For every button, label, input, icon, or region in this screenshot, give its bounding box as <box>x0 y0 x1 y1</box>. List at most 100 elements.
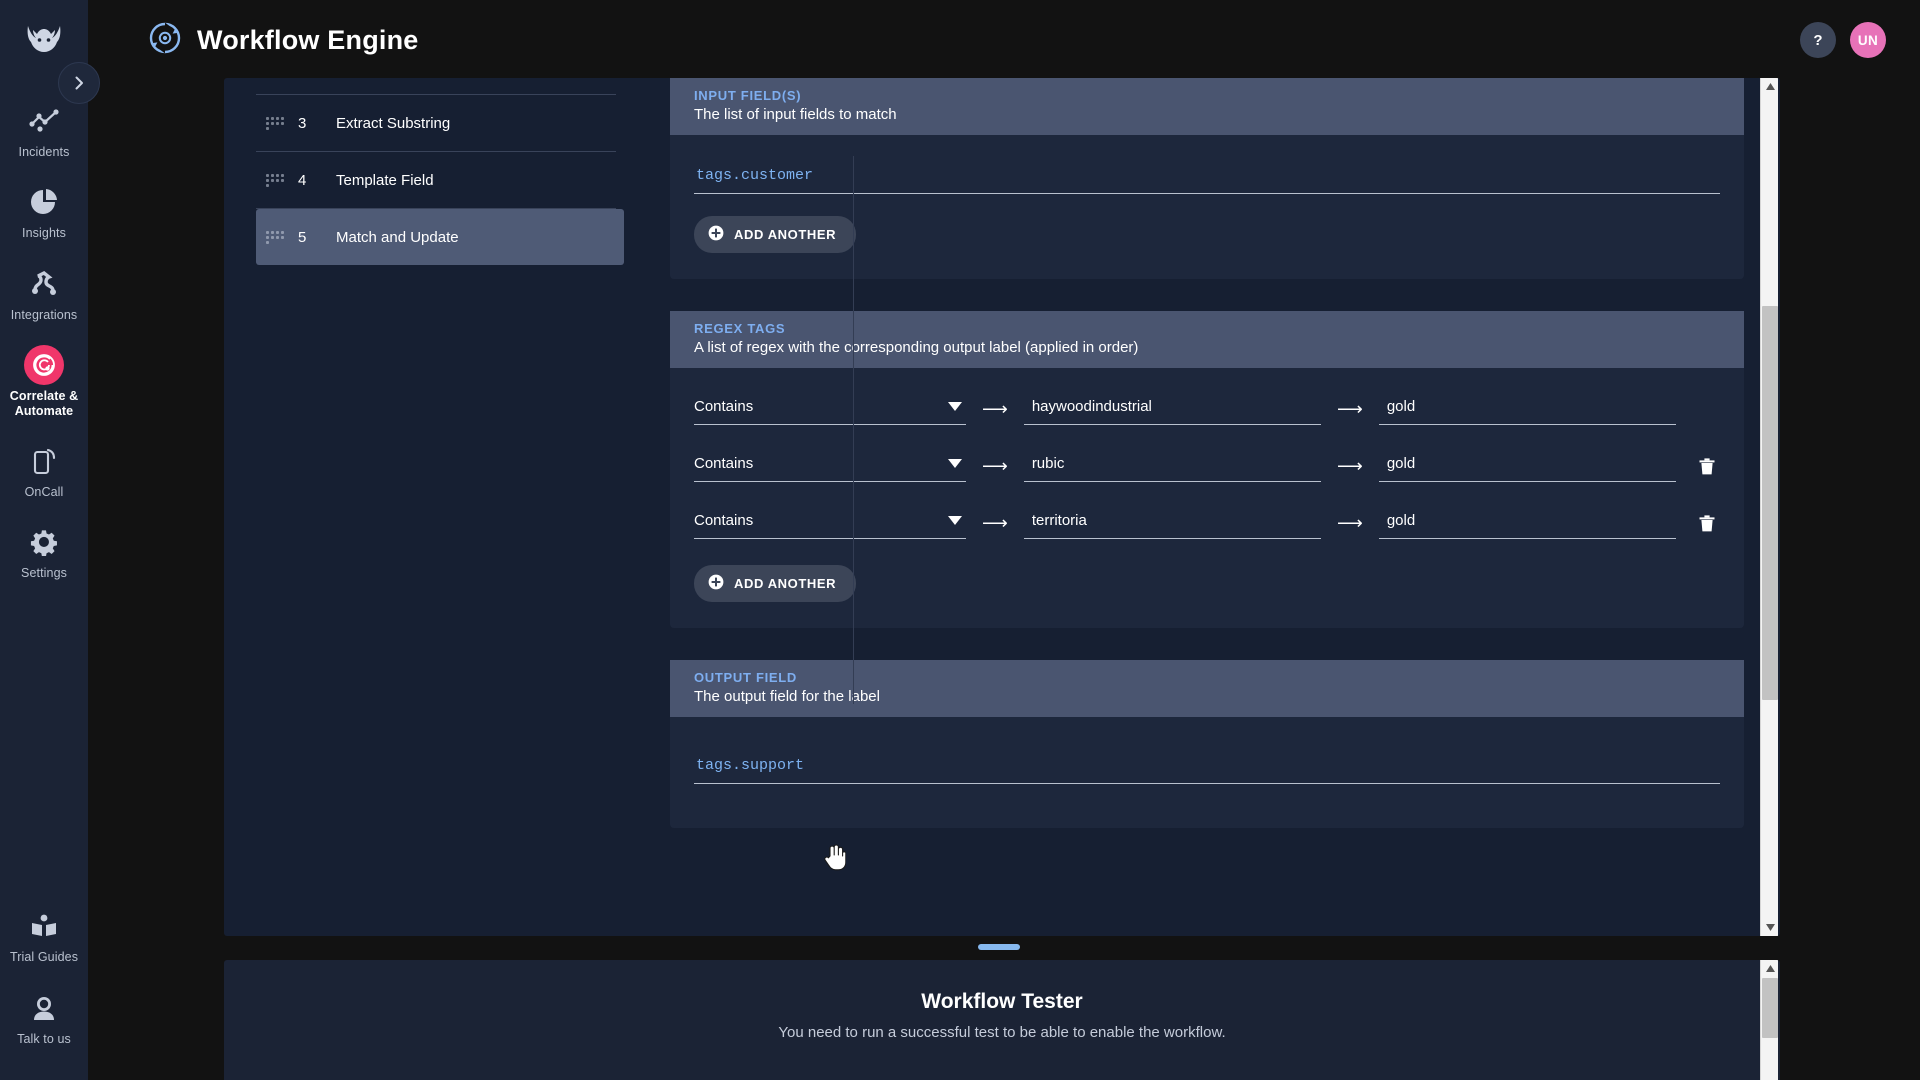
sidebar-item-label: Incidents <box>18 145 70 159</box>
step-number: 3 <box>298 114 307 132</box>
add-regex-rule-label: ADD ANOTHER <box>734 576 837 591</box>
pie-chart-icon <box>2 185 86 219</box>
arrow-right-icon: ⟶ <box>982 399 1008 419</box>
drag-handle-icon[interactable] <box>266 116 286 130</box>
step-label: Template Field <box>336 171 434 189</box>
arrow-right-icon: ⟶ <box>1337 399 1363 419</box>
editor-body: 3 Extract Substring 4 Template Field 5 M… <box>224 78 1760 936</box>
step-row-template-field[interactable]: 4 Template Field <box>256 152 624 208</box>
regex-tags-body: Contains ⟶ haywoodindustrial ⟶ gold Cont… <box>670 368 1744 628</box>
sidebar-item-label: Trial Guides <box>9 950 79 965</box>
arrow-right-icon: ⟶ <box>1337 513 1363 533</box>
chevron-down-icon <box>948 459 962 468</box>
workflow-step-list: 3 Extract Substring 4 Template Field 5 M… <box>224 78 624 936</box>
regex-label-input[interactable]: gold <box>1378 394 1676 425</box>
regex-pattern-input[interactable]: territoria <box>1023 508 1321 539</box>
regex-pattern-input[interactable]: rubic <box>1023 451 1321 482</box>
output-field-value[interactable]: tags.support <box>694 751 1720 784</box>
support-agent-icon <box>2 991 86 1025</box>
sidebar-item-label: Correlate & Automate <box>9 389 79 418</box>
scroll-up-arrow-icon[interactable] <box>1761 960 1779 977</box>
sidebar-item-integrations[interactable]: Integrations <box>0 253 88 334</box>
mobile-ring-icon <box>2 444 86 478</box>
section-description: The list of input fields to match <box>694 106 897 123</box>
bull-logo-icon[interactable] <box>20 16 68 64</box>
regex-tags-header: REGEX TAGS A list of regex with the corr… <box>670 311 1744 368</box>
sidebar-item-label: Talk to us <box>17 1031 71 1046</box>
left-nav-rail: Incidents Insights Integrations Correlat… <box>0 0 88 1080</box>
regex-operator-select[interactable]: Contains <box>694 451 966 482</box>
expand-sidebar-button[interactable] <box>58 62 100 104</box>
tester-title: Workflow Tester <box>921 990 1083 1013</box>
arrow-right-icon: ⟶ <box>1337 456 1363 476</box>
sidebar-item-correlate-automate[interactable]: Correlate & Automate <box>0 334 88 430</box>
regex-pattern-input[interactable]: haywoodindustrial <box>1023 394 1321 425</box>
regex-operator-select[interactable]: Contains <box>694 394 966 425</box>
panel-divider <box>853 156 854 704</box>
question-mark-icon: ? <box>1813 31 1823 49</box>
sidebar-item-label: Integrations <box>10 307 78 322</box>
output-field-section: OUTPUT FIELD The output field for the la… <box>670 660 1744 828</box>
help-button[interactable]: ? <box>1800 22 1836 58</box>
regex-operator-select[interactable]: Contains <box>694 508 966 539</box>
target-icon <box>2 345 86 386</box>
step-number: 4 <box>298 171 307 189</box>
trash-icon <box>1699 458 1715 475</box>
chevron-down-icon <box>948 516 962 525</box>
drag-handle-icon[interactable] <box>266 230 286 244</box>
regex-delete-button[interactable] <box>1694 514 1720 533</box>
chevron-right-icon <box>75 76 83 90</box>
arrow-right-icon: ⟶ <box>982 513 1008 533</box>
step-properties-panel: INPUT FIELD(S) The list of input fields … <box>670 78 1744 936</box>
regex-operator-value: Contains <box>694 512 754 529</box>
editor-scrollbar-thumb[interactable] <box>1762 306 1778 700</box>
sidebar-item-trial-guides[interactable]: Trial Guides <box>0 895 88 976</box>
avatar-initials: UN <box>1857 32 1879 48</box>
add-input-field-label: ADD ANOTHER <box>734 227 837 242</box>
input-fields-body: tags.customer ADD ANOTHER <box>670 135 1744 279</box>
output-field-header: OUTPUT FIELD The output field for the la… <box>670 660 1744 717</box>
input-field-value[interactable]: tags.customer <box>694 161 1720 194</box>
step-row-extract-substring[interactable]: 3 Extract Substring <box>256 95 624 151</box>
scroll-down-arrow-icon[interactable] <box>1761 919 1779 936</box>
sidebar-item-oncall[interactable]: OnCall <box>0 430 88 511</box>
section-title: REGEX TAGS <box>694 321 786 336</box>
tester-scrollbar[interactable] <box>1760 960 1778 1080</box>
app-root: Incidents Insights Integrations Correlat… <box>0 0 1920 1080</box>
avatar[interactable]: UN <box>1850 22 1886 58</box>
sidebar-item-settings[interactable]: Settings <box>0 511 88 592</box>
workflow-tester-panel: Workflow Tester You need to run a succes… <box>224 960 1780 1080</box>
sidebar-item-insights[interactable]: Insights <box>0 171 88 252</box>
regex-rule-row: Contains ⟶ haywoodindustrial ⟶ gold <box>694 394 1720 425</box>
sidebar-item-label: Insights <box>22 226 66 241</box>
book-icon <box>2 909 86 943</box>
sidebar-item-label: OnCall <box>24 484 64 499</box>
plus-circle-icon <box>708 225 724 244</box>
resize-handle-icon[interactable] <box>978 944 1020 950</box>
editor-scrollbar[interactable] <box>1760 78 1778 936</box>
step-row-match-and-update[interactable]: 5 Match and Update <box>256 209 624 265</box>
add-regex-rule-button[interactable]: ADD ANOTHER <box>694 565 857 602</box>
scroll-up-arrow-icon[interactable] <box>1761 78 1779 95</box>
add-input-field-button[interactable]: ADD ANOTHER <box>694 216 857 253</box>
regex-rule-row: Contains ⟶ territoria ⟶ gold <box>694 508 1720 539</box>
incidents-icon <box>2 104 86 138</box>
regex-delete-button[interactable] <box>1694 457 1720 476</box>
regex-label-input[interactable]: gold <box>1378 508 1676 539</box>
step-label: Extract Substring <box>336 114 451 132</box>
plus-circle-icon <box>708 574 724 593</box>
rail-items: Incidents Insights Integrations Correlat… <box>0 90 88 593</box>
section-description: A list of regex with the corresponding o… <box>694 339 1139 356</box>
step-label: Match and Update <box>336 228 459 246</box>
section-title: OUTPUT FIELD <box>694 670 798 685</box>
workflow-engine-icon <box>148 21 182 60</box>
output-field-body: tags.support <box>670 717 1744 828</box>
tester-scrollbar-thumb[interactable] <box>1762 978 1778 1038</box>
regex-label-input[interactable]: gold <box>1378 451 1676 482</box>
regex-tags-section: REGEX TAGS A list of regex with the corr… <box>670 311 1744 628</box>
sidebar-item-talk-to-us[interactable]: Talk to us <box>0 977 88 1058</box>
integrations-icon <box>2 267 86 301</box>
drag-handle-icon[interactable] <box>266 173 286 187</box>
arrow-right-icon: ⟶ <box>982 456 1008 476</box>
page-title: Workflow Engine <box>197 24 419 55</box>
